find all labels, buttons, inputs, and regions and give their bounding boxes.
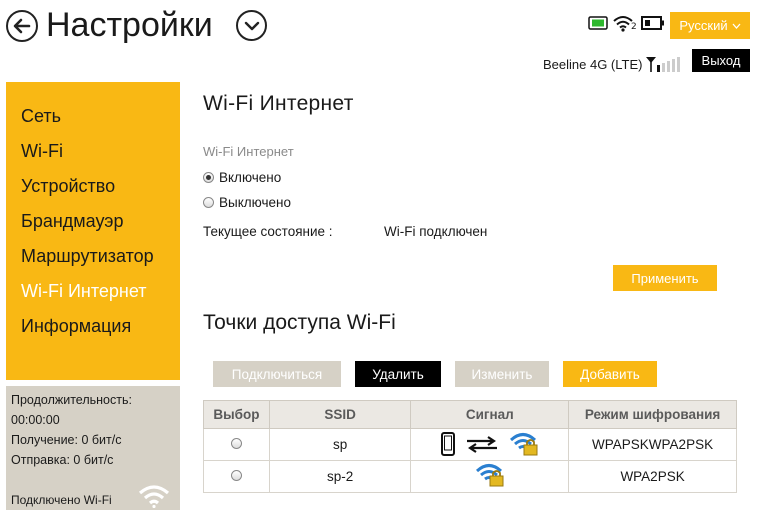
table-row[interactable]: sp WPAPSKWPA2PSK [203,428,737,461]
column-header-ssid: SSID [268,400,412,429]
sidebar-item-router[interactable]: Маршрутизатор [6,243,180,278]
sidebar-item-device[interactable]: Устройство [6,173,180,208]
delete-button[interactable]: Удалить [355,361,441,387]
sent-rate: Отправка: 0 бит/с [11,453,114,467]
row-select-radio[interactable] [230,470,242,481]
sidebar: Сеть Wi-Fi Устройство Брандмауэр Маршрут… [6,82,180,380]
sidebar-item-wifi[interactable]: Wi-Fi [6,138,180,173]
sidebar-item-network[interactable]: Сеть [6,103,180,138]
logout-button[interactable]: Выход [692,49,750,72]
column-header-signal: Сигнал [410,400,570,429]
status-icons: 2 [588,14,665,32]
cellular-signal-icon [646,57,681,72]
wifi-icon [138,485,170,508]
chevron-down-icon [732,23,741,29]
row-encryption: WPAPSKWPA2PSK [568,428,737,461]
radio-enabled[interactable] [203,171,214,183]
row-select-radio[interactable] [230,438,242,449]
back-arrow-icon[interactable] [6,10,38,42]
duration-label: Продолжительность: [11,393,132,407]
current-state-label: Текущее состояние : [203,224,333,239]
option-disabled-label: Выключено [219,194,291,210]
section-title-wifi-internet: Wi-Fi Интернет [203,92,354,115]
add-button[interactable]: Добавить [563,361,657,387]
table-row[interactable]: sp-2 WPA2PSK [203,460,737,493]
table-header-row: Выбор SSID Сигнал Режим шифрования [203,400,737,429]
row-encryption: WPA2PSK [568,460,737,493]
section-title-access-points: Точки доступа Wi-Fi [203,311,396,334]
apply-button[interactable]: Применить [613,265,717,291]
wifi-internet-field-label: Wi-Fi Интернет [203,144,294,159]
phone-icon [440,431,455,456]
current-state-value: Wi-Fi подключен [384,224,488,239]
wifi-secured-icon [509,432,538,455]
radio-disabled[interactable] [203,196,214,208]
row-ssid: sp [268,428,412,461]
language-select[interactable]: Русский [670,12,750,39]
row-ssid: sp-2 [268,460,412,493]
received-rate: Получение: 0 бит/с [11,433,122,447]
column-header-encryption: Режим шифрования [568,400,737,429]
connect-button[interactable]: Подключиться [213,361,341,387]
access-points-table: Выбор SSID Сигнал Режим шифрования sp WP… [203,400,737,493]
data-transfer-icon [466,435,497,453]
edit-button[interactable]: Изменить [455,361,549,387]
column-header-select: Выбор [203,400,270,429]
connection-type: Подключено Wi-Fi [11,493,112,507]
battery-icon [640,16,664,30]
option-enabled[interactable]: Включено [203,168,281,186]
duration-value: 00:00:00 [11,413,60,427]
sim-card-icon [588,16,608,30]
operator-name: Beeline 4G (LTE) [543,56,643,72]
wifi-secured-icon [475,464,504,487]
chevron-down-icon[interactable] [236,10,267,41]
sidebar-item-firewall[interactable]: Брандмауэр [6,208,180,243]
sidebar-item-information[interactable]: Информация [6,313,180,348]
page-title: Настройки [46,6,213,44]
operator-status: Beeline 4G (LTE) [543,56,685,72]
wifi-clients-count: 2 [631,22,637,32]
sidebar-item-wifi-internet[interactable]: Wi-Fi Интернет [6,278,180,313]
connection-stats: Продолжительность: 00:00:00 Получение: 0… [6,386,180,510]
option-enabled-label: Включено [219,169,282,185]
option-disabled[interactable]: Выключено [203,193,291,211]
language-label: Русский [679,18,728,33]
